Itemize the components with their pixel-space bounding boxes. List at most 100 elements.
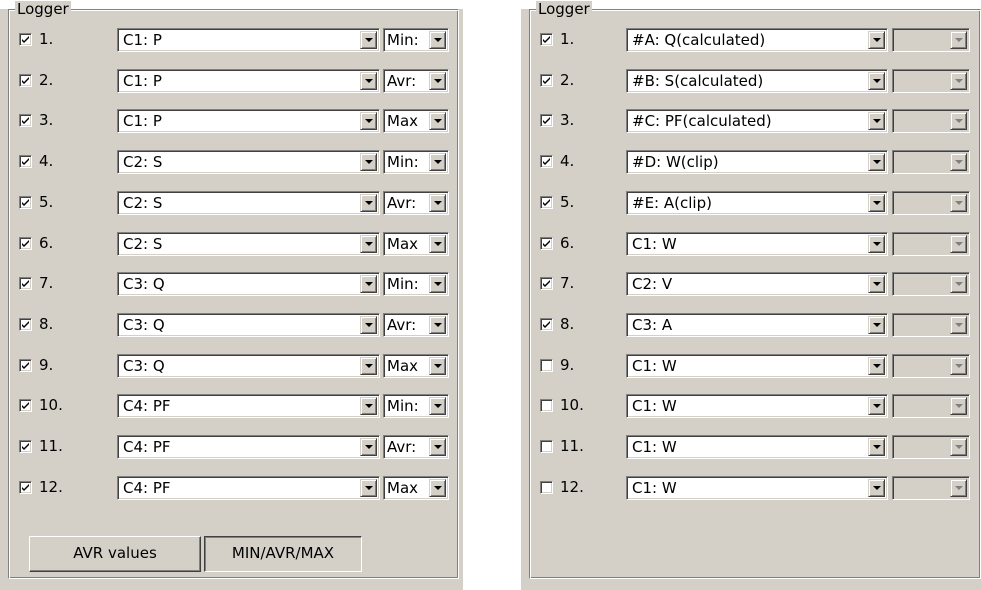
enable-checkbox[interactable] — [540, 33, 553, 46]
channel-select[interactable]: C2: V — [626, 272, 888, 297]
enable-checkbox[interactable] — [19, 277, 32, 291]
enable-checkbox[interactable] — [540, 358, 553, 372]
chevron-down-icon[interactable] — [360, 193, 377, 212]
chevron-down-icon[interactable] — [360, 356, 377, 375]
mode-select[interactable]: Min: — [383, 28, 449, 52]
chevron-down-icon[interactable] — [868, 112, 885, 131]
mode-select[interactable]: Avr: — [383, 190, 449, 215]
channel-select[interactable]: C3: A — [626, 312, 888, 337]
channel-select[interactable]: C1: P — [117, 28, 380, 52]
channel-select[interactable]: #E: A(clip) — [626, 190, 888, 215]
chevron-down-icon[interactable] — [429, 275, 446, 294]
row-number: 1. — [39, 30, 54, 48]
chevron-down-icon[interactable] — [429, 315, 446, 334]
chevron-down-icon[interactable] — [868, 234, 885, 253]
chevron-down-icon[interactable] — [868, 71, 885, 90]
mode-select[interactable]: Max — [383, 109, 449, 134]
channel-select[interactable]: C3: Q — [117, 353, 380, 378]
channel-select[interactable]: C1: W — [626, 475, 888, 500]
channel-select[interactable]: #D: W(clip) — [626, 150, 888, 175]
channel-select[interactable]: C3: Q — [117, 272, 380, 297]
mode-select[interactable]: Min: — [383, 150, 449, 175]
chevron-down-icon[interactable] — [360, 71, 377, 90]
chevron-down-icon[interactable] — [868, 315, 885, 334]
mode-select[interactable]: Min: — [383, 394, 449, 419]
chevron-down-icon[interactable] — [429, 438, 446, 456]
enable-checkbox[interactable] — [19, 195, 32, 209]
channel-select[interactable]: C2: S — [117, 150, 380, 175]
chevron-down-icon[interactable] — [868, 356, 885, 375]
channel-select[interactable]: #B: S(calculated) — [626, 68, 888, 93]
chevron-down-icon[interactable] — [429, 112, 446, 131]
enable-checkbox[interactable] — [19, 358, 32, 372]
channel-select[interactable]: #C: PF(calculated) — [626, 109, 888, 134]
channel-select[interactable]: C4: PF — [117, 475, 380, 500]
channel-select[interactable]: C1: W — [626, 394, 888, 419]
mode-select[interactable]: Avr: — [383, 435, 449, 459]
chevron-down-icon[interactable] — [360, 153, 377, 172]
chevron-down-icon[interactable] — [429, 234, 446, 253]
channel-select-value: C1: W — [632, 397, 677, 416]
mode-select[interactable]: Avr: — [383, 68, 449, 93]
enable-checkbox[interactable] — [19, 440, 32, 453]
mode-select[interactable]: Max — [383, 231, 449, 256]
enable-checkbox[interactable] — [540, 399, 553, 413]
enable-checkbox[interactable] — [19, 399, 32, 413]
channel-select[interactable]: C2: S — [117, 231, 380, 256]
chevron-down-icon[interactable] — [360, 234, 377, 253]
mode-select[interactable]: Max — [383, 353, 449, 378]
channel-select[interactable]: C1: P — [117, 109, 380, 134]
channel-select[interactable]: C1: W — [626, 353, 888, 378]
enable-checkbox[interactable] — [540, 440, 553, 453]
chevron-down-icon[interactable] — [868, 31, 885, 49]
chevron-down-icon[interactable] — [429, 356, 446, 375]
mode-select[interactable]: Min: — [383, 272, 449, 297]
enable-checkbox[interactable] — [19, 155, 32, 169]
enable-checkbox[interactable] — [540, 317, 553, 331]
enable-checkbox[interactable] — [540, 277, 553, 291]
enable-checkbox[interactable] — [19, 480, 32, 494]
chevron-down-icon[interactable] — [429, 193, 446, 212]
enable-checkbox[interactable] — [540, 155, 553, 169]
avr-values-button[interactable]: AVR values — [29, 536, 201, 572]
enable-checkbox[interactable] — [540, 236, 553, 250]
chevron-down-icon[interactable] — [360, 315, 377, 334]
chevron-down-icon[interactable] — [429, 31, 446, 49]
chevron-down-icon[interactable] — [360, 397, 377, 416]
chevron-down-icon[interactable] — [868, 153, 885, 172]
chevron-down-icon[interactable] — [429, 71, 446, 90]
channel-select[interactable]: C4: PF — [117, 435, 380, 459]
chevron-down-icon[interactable] — [429, 397, 446, 416]
enable-checkbox[interactable] — [19, 114, 32, 128]
channel-select[interactable]: C4: PF — [117, 394, 380, 419]
channel-select[interactable]: #A: Q(calculated) — [626, 28, 888, 52]
chevron-down-icon[interactable] — [868, 397, 885, 416]
chevron-down-icon[interactable] — [360, 31, 377, 49]
mode-select[interactable]: Avr: — [383, 312, 449, 337]
chevron-down-icon[interactable] — [868, 193, 885, 212]
chevron-down-icon[interactable] — [360, 478, 377, 497]
enable-checkbox[interactable] — [19, 236, 32, 250]
chevron-down-icon[interactable] — [868, 438, 885, 456]
chevron-down-icon[interactable] — [360, 112, 377, 131]
channel-select[interactable]: C1: P — [117, 68, 380, 93]
chevron-down-icon[interactable] — [868, 478, 885, 497]
channel-select[interactable]: C1: W — [626, 435, 888, 459]
enable-checkbox[interactable] — [19, 317, 32, 331]
chevron-down-icon[interactable] — [868, 275, 885, 294]
enable-checkbox[interactable] — [19, 73, 32, 87]
chevron-down-icon[interactable] — [360, 438, 377, 456]
channel-select[interactable]: C2: S — [117, 190, 380, 215]
chevron-down-icon[interactable] — [360, 275, 377, 294]
channel-select[interactable]: C1: W — [626, 231, 888, 256]
enable-checkbox[interactable] — [540, 114, 553, 128]
mode-select[interactable]: Max — [383, 475, 449, 500]
enable-checkbox[interactable] — [19, 33, 32, 46]
enable-checkbox[interactable] — [540, 73, 553, 87]
enable-checkbox[interactable] — [540, 480, 553, 494]
min-avr-max-button[interactable]: MIN/AVR/MAX — [204, 536, 362, 572]
chevron-down-icon[interactable] — [429, 153, 446, 172]
chevron-down-icon[interactable] — [429, 478, 446, 497]
channel-select[interactable]: C3: Q — [117, 312, 380, 337]
enable-checkbox[interactable] — [540, 195, 553, 209]
